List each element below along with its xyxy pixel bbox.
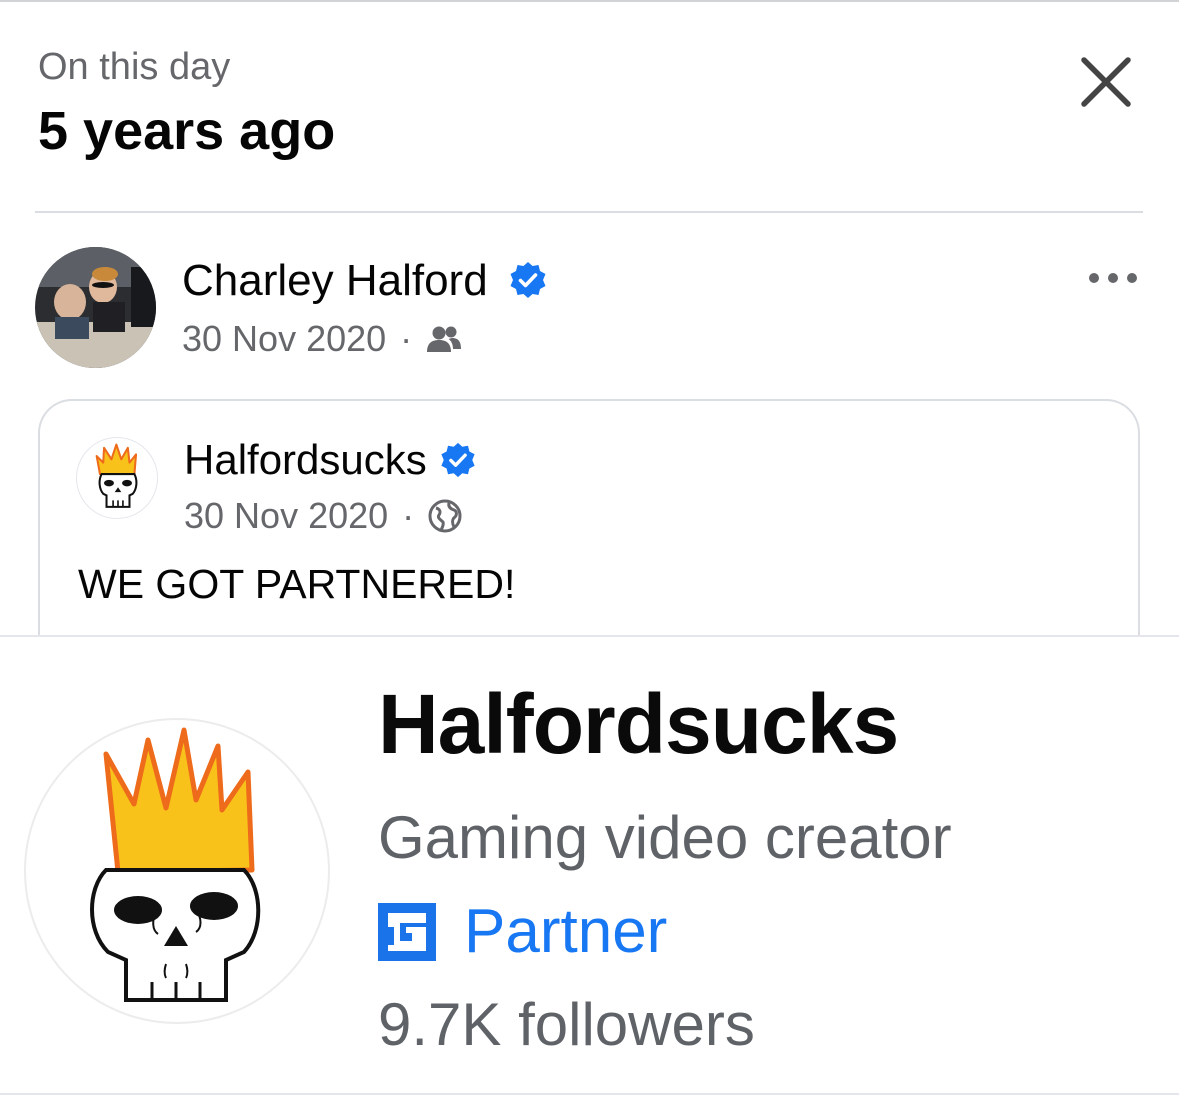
page-avatar[interactable] bbox=[76, 437, 158, 519]
bottom-border bbox=[0, 1093, 1179, 1095]
close-icon bbox=[1081, 57, 1131, 107]
post-date[interactable]: 30 Nov 2020 bbox=[182, 318, 386, 360]
shared-post-meta: 30 Nov 2020 · bbox=[184, 495, 462, 537]
author-avatar[interactable] bbox=[35, 247, 156, 368]
author-name[interactable]: Charley Halford bbox=[182, 256, 548, 306]
globe-icon bbox=[428, 499, 462, 533]
shared-page-name-text: Halfordsucks bbox=[184, 436, 427, 483]
shared-post-text: WE GOT PARTNERED! bbox=[78, 561, 516, 607]
meta-separator: · bbox=[400, 318, 413, 359]
close-button[interactable] bbox=[1076, 52, 1136, 112]
shared-post-date[interactable]: 30 Nov 2020 bbox=[184, 495, 388, 537]
profile-name: Halfordsucks bbox=[378, 677, 899, 771]
page-title: 5 years ago bbox=[38, 101, 336, 161]
partner-label: Partner bbox=[464, 897, 668, 966]
partner-badge: Partner bbox=[378, 896, 667, 967]
more-options-icon bbox=[1089, 273, 1137, 283]
partner-logo-icon bbox=[378, 902, 436, 961]
verified-badge-icon bbox=[441, 442, 475, 478]
followers-count: 9.7K followers bbox=[378, 991, 755, 1058]
more-options-button[interactable] bbox=[1086, 265, 1140, 291]
header-divider bbox=[35, 211, 1143, 213]
shared-page-name[interactable]: Halfordsucks bbox=[184, 436, 477, 484]
friends-icon bbox=[427, 326, 462, 352]
post-meta: 30 Nov 2020 · bbox=[182, 318, 462, 360]
top-border bbox=[0, 0, 1179, 2]
memories-label: On this day bbox=[38, 46, 231, 88]
skull-logo bbox=[95, 443, 138, 508]
skull-logo bbox=[90, 727, 261, 1002]
meta-separator: · bbox=[402, 495, 415, 536]
verified-badge-icon bbox=[510, 262, 546, 299]
author-name-text: Charley Halford bbox=[182, 256, 488, 305]
profile-picture bbox=[24, 718, 330, 1024]
profile-category: Gaming video creator bbox=[378, 804, 952, 871]
